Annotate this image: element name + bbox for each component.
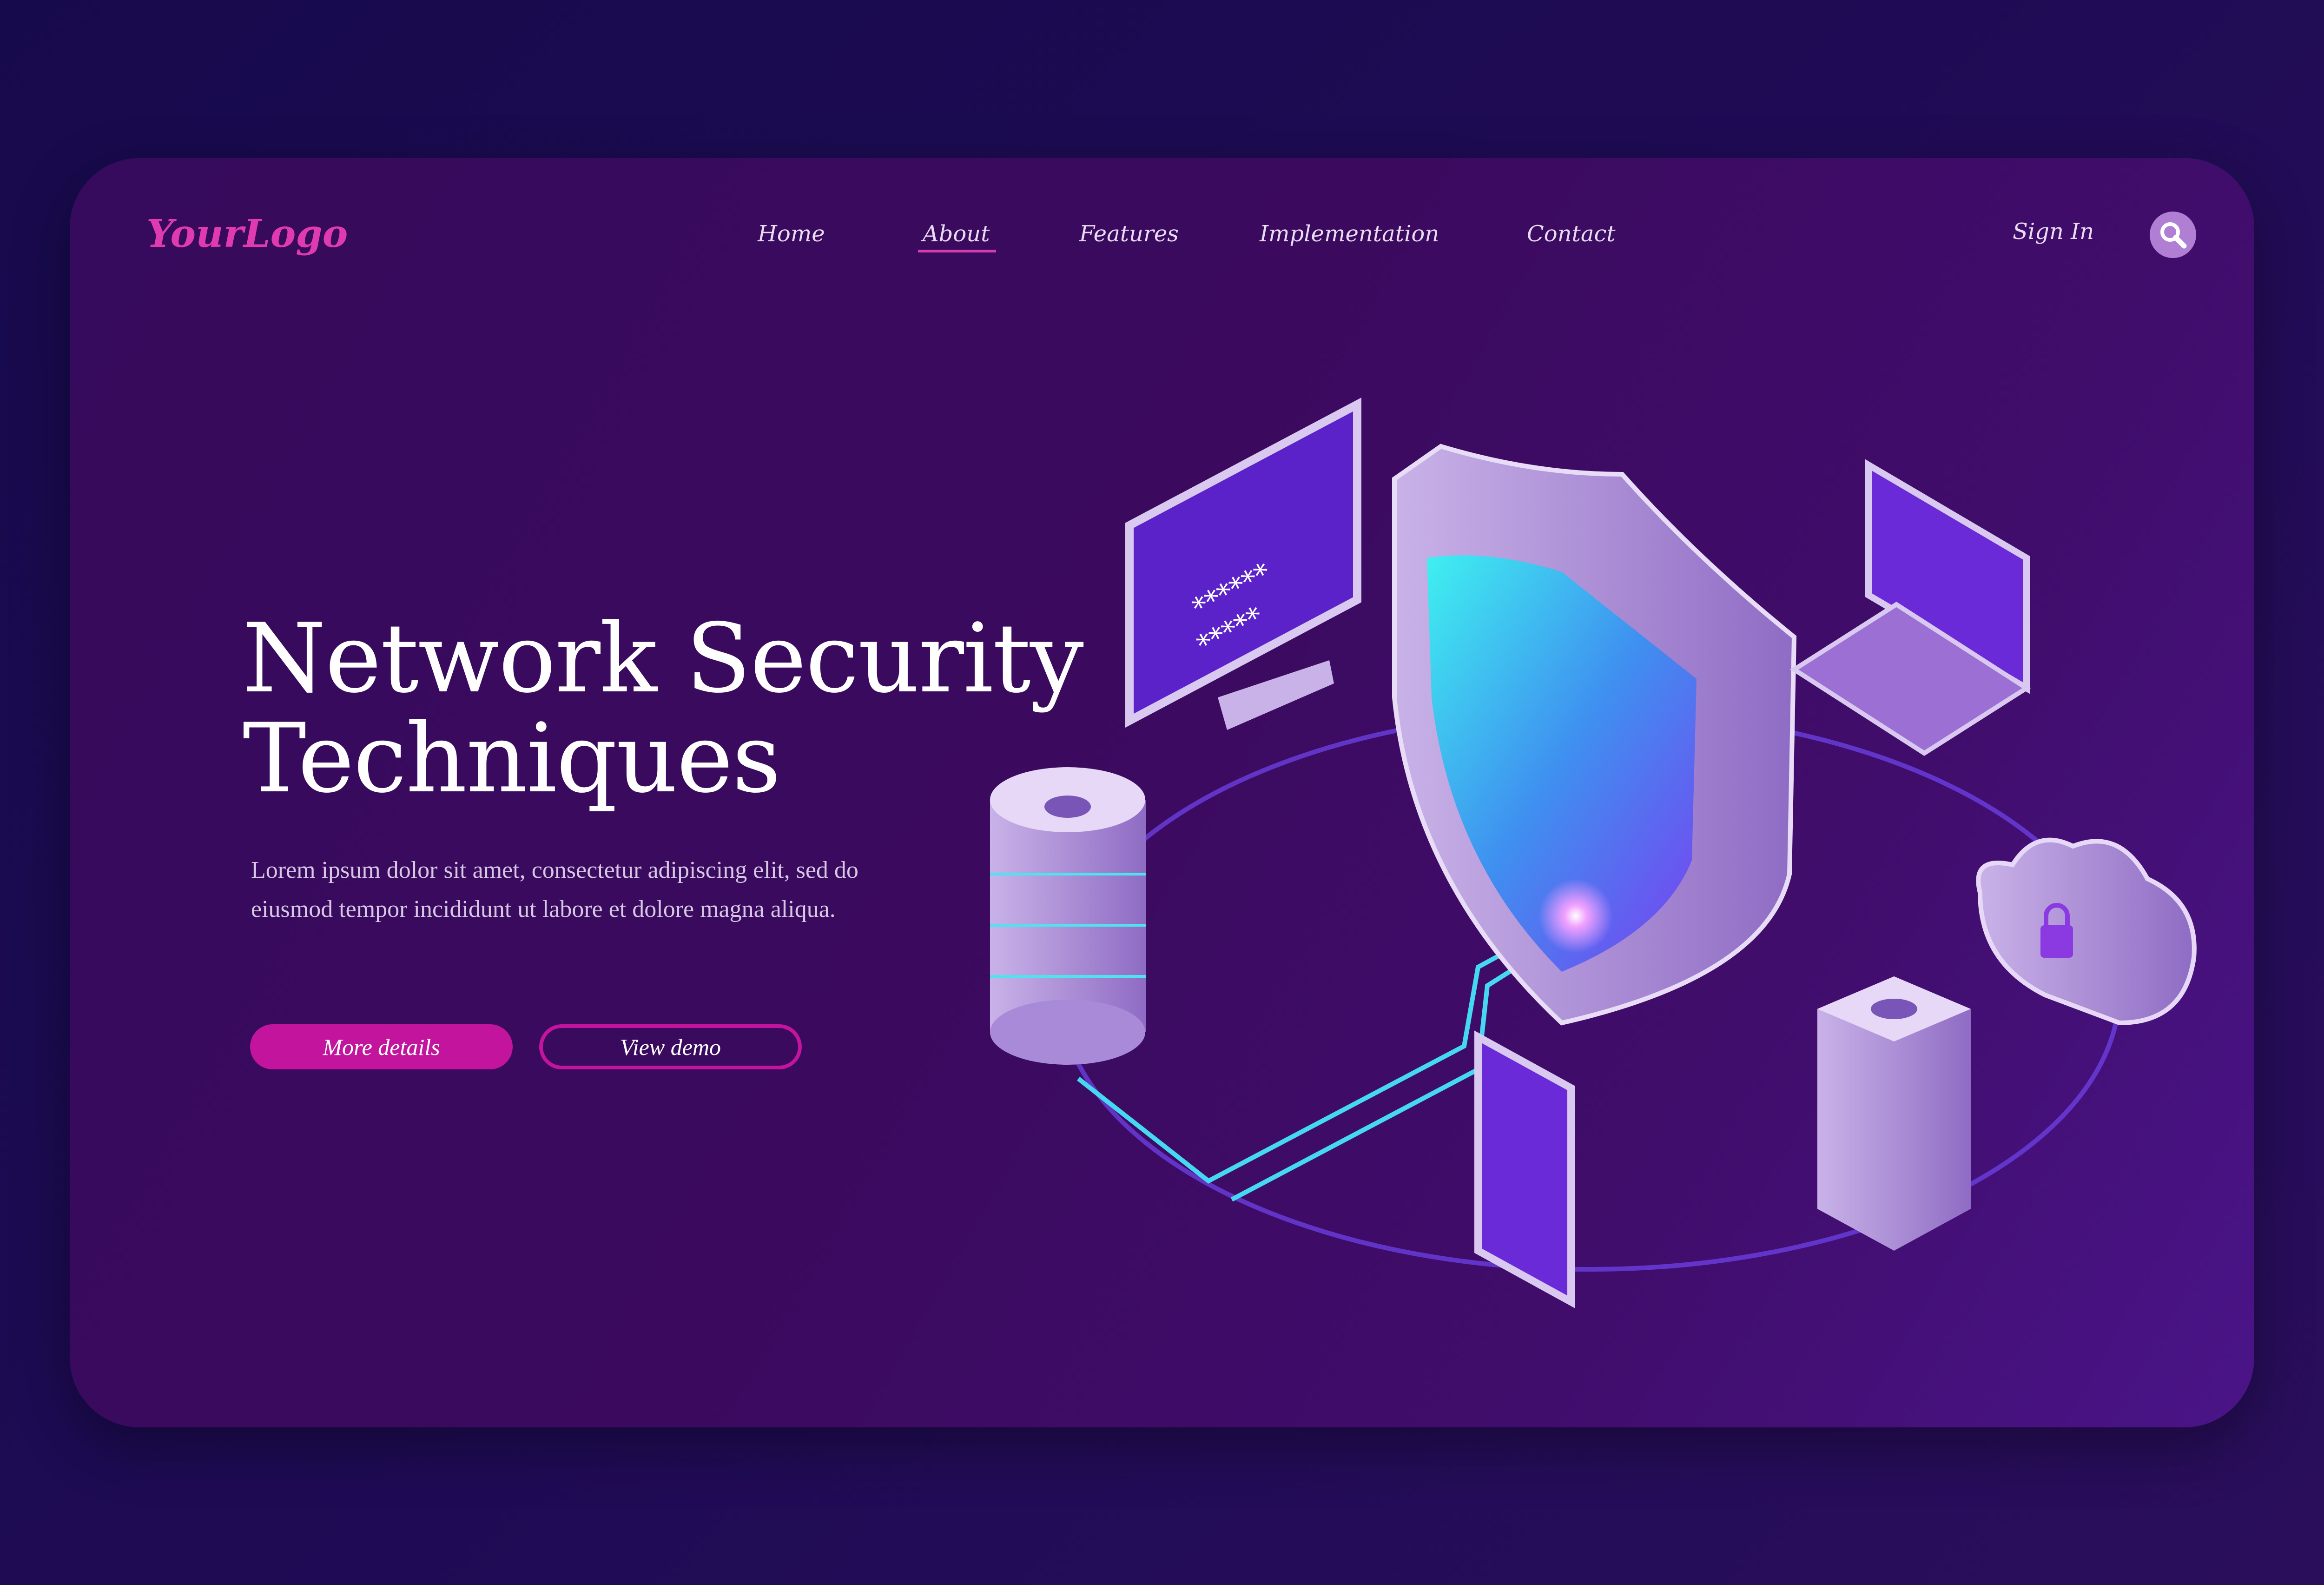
- network-illustration: ****** *****: [990, 398, 2197, 1308]
- laptop-icon: [1789, 459, 2031, 756]
- database-icon: [990, 767, 1146, 1065]
- server-icon: [1817, 976, 1971, 1251]
- cloud-lock-icon: [1976, 837, 2197, 1026]
- smartphone-icon: [1474, 1030, 1575, 1308]
- monitor-icon: ****** *****: [1125, 398, 1361, 730]
- shield-icon: [1392, 444, 1797, 1026]
